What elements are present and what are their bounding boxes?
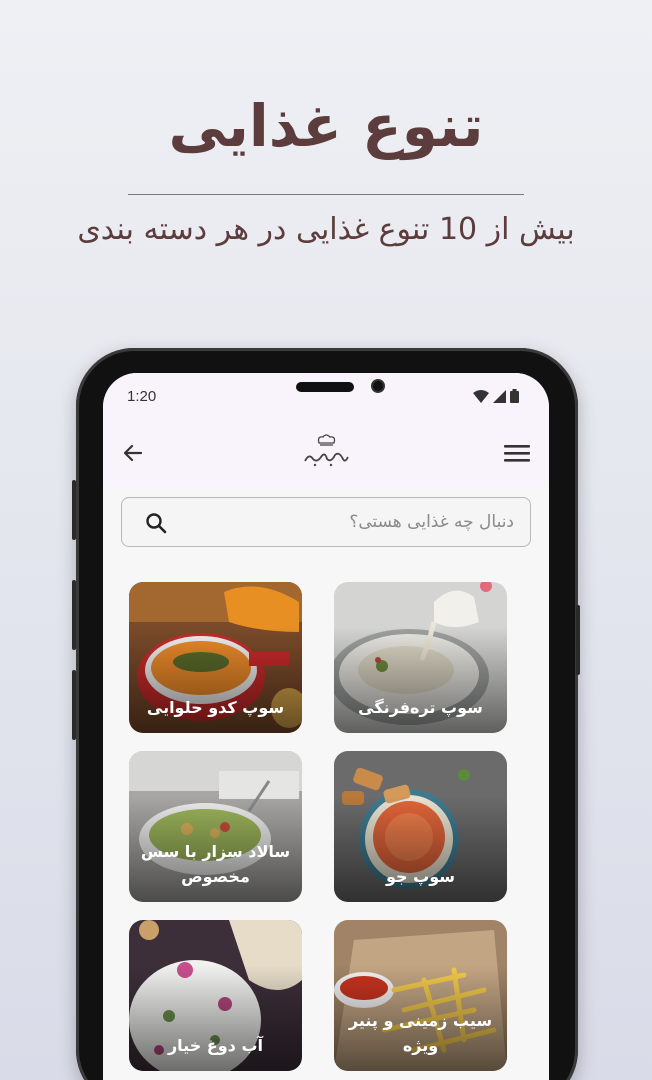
hamburger-menu-icon[interactable] [503,441,531,465]
status-bar: 1:20 [103,373,549,419]
food-card-pumpkin-soup[interactable]: سوپ کدو حلوایی [129,582,302,733]
promo-subtitle: بیش از 10 تنوع غذایی در هر دسته بندی [77,212,575,247]
food-card-label: سوپ کدو حلوایی [146,698,285,718]
status-icons [473,389,519,403]
search-input[interactable]: دنبال چه غذایی هستی؟ [121,497,531,547]
camera-icon [371,379,385,393]
food-card-leek-soup[interactable]: سوپ تره‌فرنگی [334,582,507,733]
food-card-abdoogh-khiar[interactable]: آب دوغ خیار [129,920,302,1071]
chef-hat-logo-icon[interactable] [301,433,351,469]
food-card-label: آب دوغ خیار [167,1036,264,1056]
phone-screen: 1:20 دنبال چه غذایی هستی؟ [103,373,549,1080]
promo-divider [128,194,524,195]
phone-side-button [72,480,76,540]
phone-side-button [72,580,76,650]
food-card-label: سوپ جو [386,867,455,887]
app-bar [103,419,549,487]
food-card-caesar-salad[interactable]: سالاد سزار با سس مخصوص [129,751,302,902]
signal-icon [493,389,506,403]
battery-icon [510,389,519,403]
arrow-left-icon[interactable] [121,441,145,465]
camera-notch [296,382,354,392]
phone-side-button [576,605,580,675]
promo-title: تنوع غذایی [168,92,484,160]
status-time: 1:20 [127,388,157,405]
food-card-barley-soup[interactable]: سوپ جو [334,751,507,902]
food-card-fries-cheese[interactable]: سیب زمینی و پنیر ویژه [334,920,507,1071]
food-card-label: سالاد سزار با سس مخصوص [140,841,291,887]
food-card-label: سیب زمینی و پنیر ویژه [348,1010,493,1056]
search-icon[interactable] [144,511,168,535]
wifi-icon [473,389,489,403]
phone-side-button [72,670,76,740]
food-card-label: سوپ تره‌فرنگی [358,698,483,718]
search-placeholder: دنبال چه غذایی هستی؟ [349,512,514,532]
